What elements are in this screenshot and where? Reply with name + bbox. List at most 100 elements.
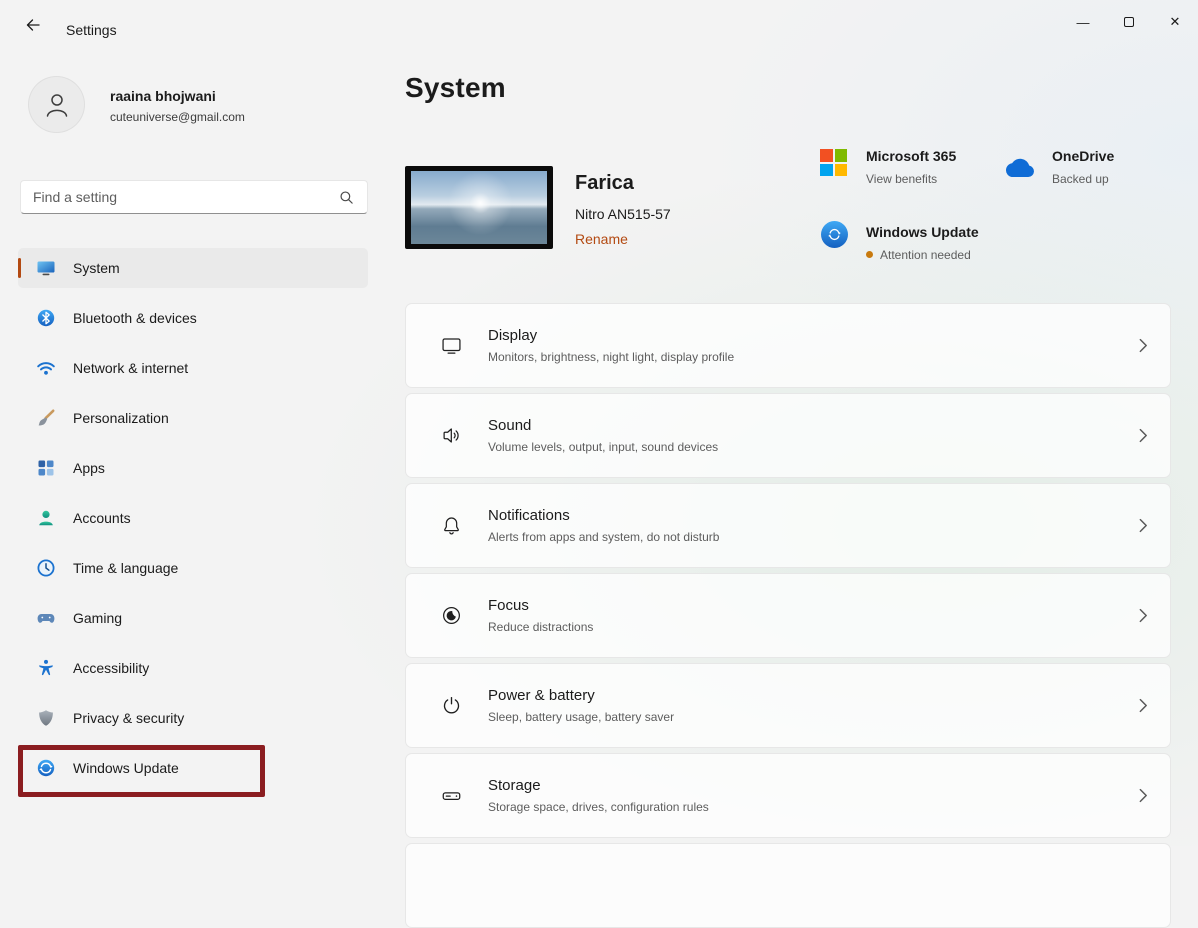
sidebar-item-apps[interactable]: Apps [18, 448, 368, 488]
card-title: Storage [488, 777, 1139, 794]
sidebar-item-accessibility[interactable]: Accessibility [18, 648, 368, 688]
attention-dot [866, 251, 873, 258]
power-icon [440, 694, 466, 717]
back-button[interactable] [14, 10, 52, 40]
card-text: Focus Reduce distractions [488, 597, 1139, 634]
sidebar-item-network-internet[interactable]: Network & internet [18, 348, 368, 388]
card-subtitle: Sleep, battery usage, battery saver [488, 710, 1139, 724]
focus-icon [440, 604, 466, 627]
card-title: Focus [488, 597, 1139, 614]
selected-indicator [18, 258, 21, 278]
search-box [20, 180, 368, 214]
maximize-button[interactable] [1106, 0, 1152, 44]
status-windows-update[interactable]: Windows Update Attention needed [866, 224, 979, 262]
system-icon [36, 258, 56, 278]
accounts-icon [36, 508, 56, 528]
card-text: Storage Storage space, drives, configura… [488, 777, 1139, 814]
sidebar-item-gaming[interactable]: Gaming [18, 598, 368, 638]
sidebar-item-label: Accessibility [73, 660, 149, 676]
apps-icon [36, 458, 56, 478]
card-notifications[interactable]: Notifications Alerts from apps and syste… [405, 483, 1171, 568]
person-icon [42, 90, 72, 120]
sidebar-item-label: Gaming [73, 610, 122, 626]
gaming-icon [36, 608, 56, 628]
chevron-right-icon [1139, 698, 1148, 713]
notifications-icon [440, 514, 466, 537]
back-arrow-icon [25, 17, 41, 33]
card-sound[interactable]: Sound Volume levels, output, input, soun… [405, 393, 1171, 478]
sidebar-item-personalization[interactable]: Personalization [18, 398, 368, 438]
card-subtitle: Alerts from apps and system, do not dist… [488, 530, 1139, 544]
chevron-right-icon [1139, 518, 1148, 533]
sidebar-item-system[interactable]: System [18, 248, 368, 288]
status-subtitle: Attention needed [866, 248, 979, 262]
card-title: Power & battery [488, 687, 1139, 704]
status-microsoft-365[interactable]: Microsoft 365 View benefits [866, 148, 956, 186]
search-icon [339, 190, 354, 205]
device-thumbnail [405, 166, 553, 249]
sidebar-item-label: Time & language [73, 560, 178, 576]
user-name: raaina bhojwani [110, 88, 216, 104]
card-text: Power & battery Sleep, battery usage, ba… [488, 687, 1139, 724]
status-subtitle: View benefits [866, 172, 956, 186]
close-icon: ✕ [1170, 14, 1181, 30]
card-display[interactable]: Display Monitors, brightness, night ligh… [405, 303, 1171, 388]
ms-blue-square [820, 164, 833, 177]
status-title: Windows Update [866, 224, 979, 240]
status-title: OneDrive [1052, 148, 1114, 164]
sidebar-nav: System Bluetooth & devices Network & int… [18, 248, 368, 798]
user-email: cuteuniverse@gmail.com [110, 110, 245, 124]
card-title: Display [488, 327, 1139, 344]
ms-yellow-square [835, 164, 848, 177]
card-partial[interactable] [405, 843, 1171, 928]
personalization-icon [36, 408, 56, 428]
sidebar-item-windows-update[interactable]: Windows Update [18, 748, 368, 788]
sidebar-item-privacy-security[interactable]: Privacy & security [18, 698, 368, 738]
device-model: Nitro AN515-57 [575, 206, 671, 222]
card-subtitle: Monitors, brightness, night light, displ… [488, 350, 1139, 364]
sidebar-item-label: Windows Update [73, 760, 179, 776]
sidebar-item-label: Privacy & security [73, 710, 184, 726]
minimize-button[interactable]: — [1060, 0, 1106, 44]
chevron-right-icon [1139, 788, 1148, 803]
windows-update-icon [36, 758, 56, 778]
sidebar-item-label: Apps [73, 460, 105, 476]
card-title: Notifications [488, 507, 1139, 524]
close-button[interactable]: ✕ [1152, 0, 1198, 44]
bluetooth-icon [36, 308, 56, 328]
titlebar: Settings — ✕ [0, 0, 1198, 48]
card-focus[interactable]: Focus Reduce distractions [405, 573, 1171, 658]
card-title: Sound [488, 417, 1139, 434]
app-title: Settings [66, 22, 117, 38]
sidebar-item-label: Network & internet [73, 360, 188, 376]
status-onedrive[interactable]: OneDrive Backed up [1052, 148, 1114, 186]
time-language-icon [36, 558, 56, 578]
card-subtitle: Reduce distractions [488, 620, 1139, 634]
onedrive-icon [1002, 156, 1038, 180]
card-text: Notifications Alerts from apps and syste… [488, 507, 1139, 544]
search-input[interactable] [21, 181, 339, 213]
chevron-right-icon [1139, 608, 1148, 623]
status-subtitle-text: Attention needed [880, 248, 971, 262]
sidebar-item-label: Accounts [73, 510, 131, 526]
sound-icon [440, 424, 466, 447]
chevron-right-icon [1139, 428, 1148, 443]
sidebar-item-bluetooth-devices[interactable]: Bluetooth & devices [18, 298, 368, 338]
card-text: Sound Volume levels, output, input, soun… [488, 417, 1139, 454]
ms-green-square [835, 149, 848, 162]
sidebar-item-label: System [73, 260, 120, 276]
minimize-icon: — [1077, 15, 1090, 30]
avatar[interactable] [28, 76, 85, 133]
sidebar-item-label: Bluetooth & devices [73, 310, 197, 326]
device-name: Farica [575, 172, 634, 195]
card-subtitle: Volume levels, output, input, sound devi… [488, 440, 1139, 454]
card-power-battery[interactable]: Power & battery Sleep, battery usage, ba… [405, 663, 1171, 748]
rename-link[interactable]: Rename [575, 231, 628, 247]
maximize-icon [1124, 17, 1134, 27]
status-title: Microsoft 365 [866, 148, 956, 164]
status-subtitle: Backed up [1052, 172, 1114, 186]
sidebar-item-accounts[interactable]: Accounts [18, 498, 368, 538]
card-storage[interactable]: Storage Storage space, drives, configura… [405, 753, 1171, 838]
sidebar-item-time-language[interactable]: Time & language [18, 548, 368, 588]
storage-icon [440, 784, 466, 807]
